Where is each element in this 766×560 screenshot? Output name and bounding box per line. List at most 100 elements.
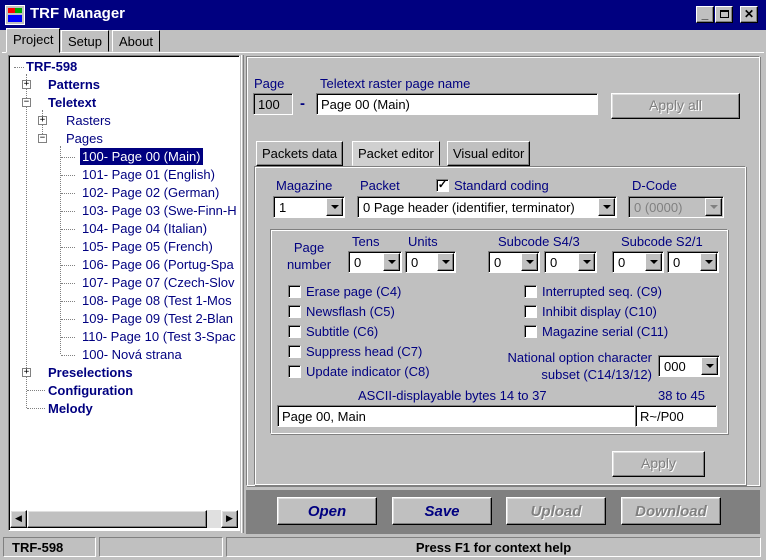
scroll-left-button[interactable]: ◀ <box>10 510 27 528</box>
open-button[interactable]: Open <box>277 497 377 525</box>
tree-root-label: TRF-598 <box>26 59 78 74</box>
tree-item-page[interactable]: 101- Page 01 (English) <box>82 166 215 183</box>
chevron-down-icon[interactable] <box>437 253 454 271</box>
tree-item-page[interactable]: 109- Page 09 (Test 2-Blan <box>82 310 233 327</box>
control-bit-label: Inhibit display (C10) <box>542 304 657 319</box>
tab-packets-data[interactable]: Packets data <box>256 141 344 166</box>
national-option-select[interactable]: 000 <box>658 355 720 377</box>
chevron-down-icon[interactable] <box>521 253 538 271</box>
apply-all-button[interactable]: Apply all <box>611 93 740 119</box>
control-bit-checkbox[interactable] <box>288 325 301 338</box>
packet-value: 0 Page header (identifier, terminator) <box>363 200 575 215</box>
expand-icon[interactable]: + <box>22 80 31 89</box>
tree-line <box>27 390 45 391</box>
expand-icon[interactable]: + <box>38 116 47 125</box>
dcode-select[interactable]: 0 (0000) <box>628 196 724 218</box>
subcode-s2-select[interactable]: 0 <box>612 251 664 273</box>
tree-line <box>61 319 75 320</box>
apply-button[interactable]: Apply <box>612 451 705 477</box>
arrow-right-icon: ▶ <box>226 513 233 523</box>
upload-label: Upload <box>530 503 582 520</box>
control-bit-checkbox[interactable] <box>524 305 537 318</box>
chevron-down-icon[interactable] <box>705 198 722 216</box>
packet-select[interactable]: 0 Page header (identifier, terminator) <box>357 196 617 218</box>
chevron-down-icon[interactable] <box>578 253 595 271</box>
tab-about[interactable]: About <box>112 30 160 52</box>
chevron-down-icon[interactable] <box>700 253 717 271</box>
close-button[interactable]: ✕ <box>740 6 758 23</box>
collapse-icon[interactable]: − <box>22 98 31 107</box>
page-name-input[interactable]: Page 00 (Main) <box>316 93 598 115</box>
title-bar[interactable]: TRF Manager _ ✕ <box>0 0 766 30</box>
control-bit-checkbox[interactable] <box>288 305 301 318</box>
tree-item-page[interactable]: 103- Page 03 (Swe-Finn-H <box>82 202 237 219</box>
tree-item-rasters[interactable]: Rasters <box>66 112 111 129</box>
collapse-icon[interactable]: − <box>38 134 47 143</box>
tab-visual-editor[interactable]: Visual editor <box>447 141 531 166</box>
tree-item-patterns[interactable]: Patterns <box>48 76 100 93</box>
control-bit-checkbox[interactable] <box>524 285 537 298</box>
chevron-down-icon[interactable] <box>701 357 718 375</box>
tree-item-teletext[interactable]: Teletext <box>48 94 96 111</box>
tens-value: 0 <box>354 255 362 270</box>
tree-item-pages[interactable]: Pages <box>66 130 103 147</box>
arrow-left-icon: ◀ <box>15 513 22 523</box>
tree-item-page[interactable]: 100- Nová strana <box>82 346 182 363</box>
units-select[interactable]: 0 <box>405 251 456 273</box>
subcode-s1-select[interactable]: 0 <box>667 251 719 273</box>
control-bit-checkbox[interactable] <box>288 285 301 298</box>
tree-line <box>61 175 75 176</box>
subcode-s3-select[interactable]: 0 <box>544 251 597 273</box>
control-bit-checkbox[interactable] <box>288 365 301 378</box>
horizontal-scrollbar[interactable]: ◀ ▶ <box>10 510 238 528</box>
control-bit-checkbox[interactable] <box>288 345 301 358</box>
units-value: 0 <box>411 255 419 270</box>
tree-item-page[interactable]: 104- Page 04 (Italian) <box>82 220 207 237</box>
tree-item-page[interactable]: 105- Page 05 (French) <box>82 238 213 255</box>
subcode-s4-select[interactable]: 0 <box>488 251 540 273</box>
magazine-select[interactable]: 1 <box>273 196 345 218</box>
chevron-down-icon[interactable] <box>326 198 343 216</box>
chevron-down-icon[interactable] <box>383 253 400 271</box>
upload-button[interactable]: Upload <box>506 497 606 525</box>
tree-line <box>61 337 75 338</box>
tree-item-page[interactable]: 108- Page 08 (Test 1-Mos <box>82 292 232 309</box>
splitter[interactable] <box>241 55 244 533</box>
tree-item-page[interactable]: 102- Page 02 (German) <box>82 184 219 201</box>
tens-select[interactable]: 0 <box>348 251 402 273</box>
tree-item-page[interactable]: 100- Page 00 (Main) <box>80 148 203 165</box>
control-bit-label: Newsflash (C5) <box>306 304 395 319</box>
subcode-s2-value: 0 <box>618 255 626 270</box>
chevron-down-icon[interactable] <box>645 253 662 271</box>
standard-coding-checkbox[interactable]: ✓ <box>436 179 449 192</box>
tab-project[interactable]: Project <box>6 28 61 53</box>
download-button[interactable]: Download <box>621 497 721 525</box>
tree-item-page[interactable]: 110- Page 10 (Test 3-Spac <box>82 328 236 345</box>
check-icon: ✓ <box>437 179 448 191</box>
maximize-button[interactable] <box>715 6 733 23</box>
save-button[interactable]: Save <box>392 497 492 525</box>
tree-item-preselections[interactable]: Preselections <box>48 364 133 381</box>
magazine-label: Magazine <box>276 178 333 193</box>
tree-item-page[interactable]: 107- Page 07 (Czech-Slov <box>82 274 234 291</box>
bytes-38-45-label: 38 to 45 <box>658 388 705 403</box>
scroll-thumb[interactable] <box>27 510 207 528</box>
download-label: Download <box>635 503 707 520</box>
tab-packet-editor[interactable]: Packet editor <box>352 141 440 166</box>
control-bit-checkbox[interactable] <box>524 325 537 338</box>
scroll-right-button[interactable]: ▶ <box>221 510 238 528</box>
tab-setup[interactable]: Setup <box>61 30 109 52</box>
ascii-bytes-input[interactable]: Page 00, Main <box>277 405 635 427</box>
tree-root[interactable]: TRF-598 <box>14 58 77 75</box>
tree-item-melody[interactable]: Melody <box>48 400 93 417</box>
app-icon[interactable] <box>5 5 25 25</box>
minimize-button[interactable]: _ <box>696 6 714 23</box>
expand-icon[interactable]: + <box>22 368 31 377</box>
bytes-38-45-input[interactable]: R~/P00 <box>635 405 717 427</box>
close-icon: ✕ <box>743 7 755 21</box>
status-help: Press F1 for context help <box>226 537 761 557</box>
page-number-field[interactable]: 100 <box>253 93 293 115</box>
chevron-down-icon[interactable] <box>598 198 615 216</box>
tree-item-configuration[interactable]: Configuration <box>48 382 133 399</box>
tree-item-page[interactable]: 106- Page 06 (Portug-Spa <box>82 256 234 273</box>
